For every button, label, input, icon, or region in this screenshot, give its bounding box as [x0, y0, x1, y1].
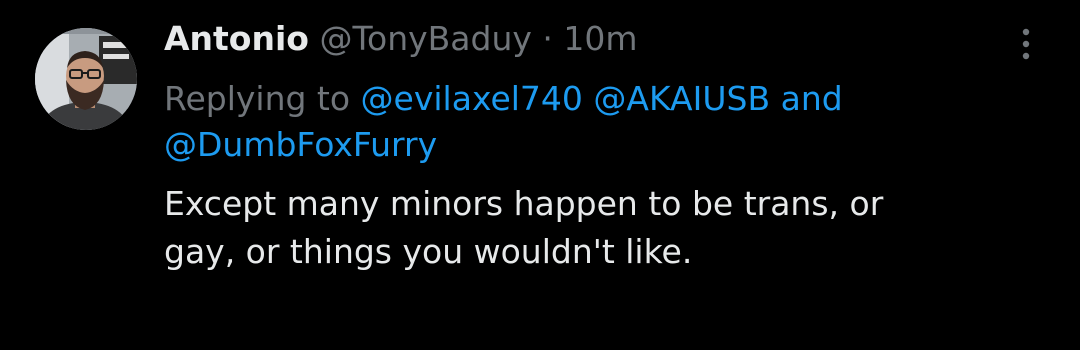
- tweet-content: Antonio @TonyBaduy · 10m Replying to @ev…: [164, 18, 1004, 276]
- mention-link[interactable]: @AKAIUSB: [593, 79, 770, 118]
- mention-link[interactable]: @evilaxel740: [361, 79, 583, 118]
- display-name[interactable]: Antonio: [164, 19, 309, 58]
- tweet-text: Except many minors happen to be trans, o…: [164, 180, 1004, 276]
- avatar[interactable]: [35, 28, 137, 130]
- tweet-text-line: Except many minors happen to be trans, o…: [164, 184, 884, 223]
- mention-link[interactable]: @DumbFoxFurry: [164, 125, 437, 164]
- more-vertical-icon: [1022, 28, 1030, 60]
- tweet[interactable]: Antonio @TonyBaduy · 10m Replying to @ev…: [0, 0, 1080, 350]
- more-options-button[interactable]: [1012, 24, 1040, 64]
- timestamp[interactable]: 10m: [563, 19, 637, 58]
- replying-to-label: Replying to: [164, 79, 351, 118]
- replying-to: Replying to @evilaxel740 @AKAIUSB and @D…: [164, 76, 1004, 168]
- user-handle[interactable]: @TonyBaduy: [319, 19, 531, 58]
- separator-dot: ·: [542, 19, 553, 58]
- tweet-header: Antonio @TonyBaduy · 10m: [164, 18, 1004, 60]
- tweet-text-line: gay, or things you wouldn't like.: [164, 232, 693, 271]
- mention-joiner[interactable]: and: [781, 79, 843, 118]
- avatar-image: [35, 28, 137, 130]
